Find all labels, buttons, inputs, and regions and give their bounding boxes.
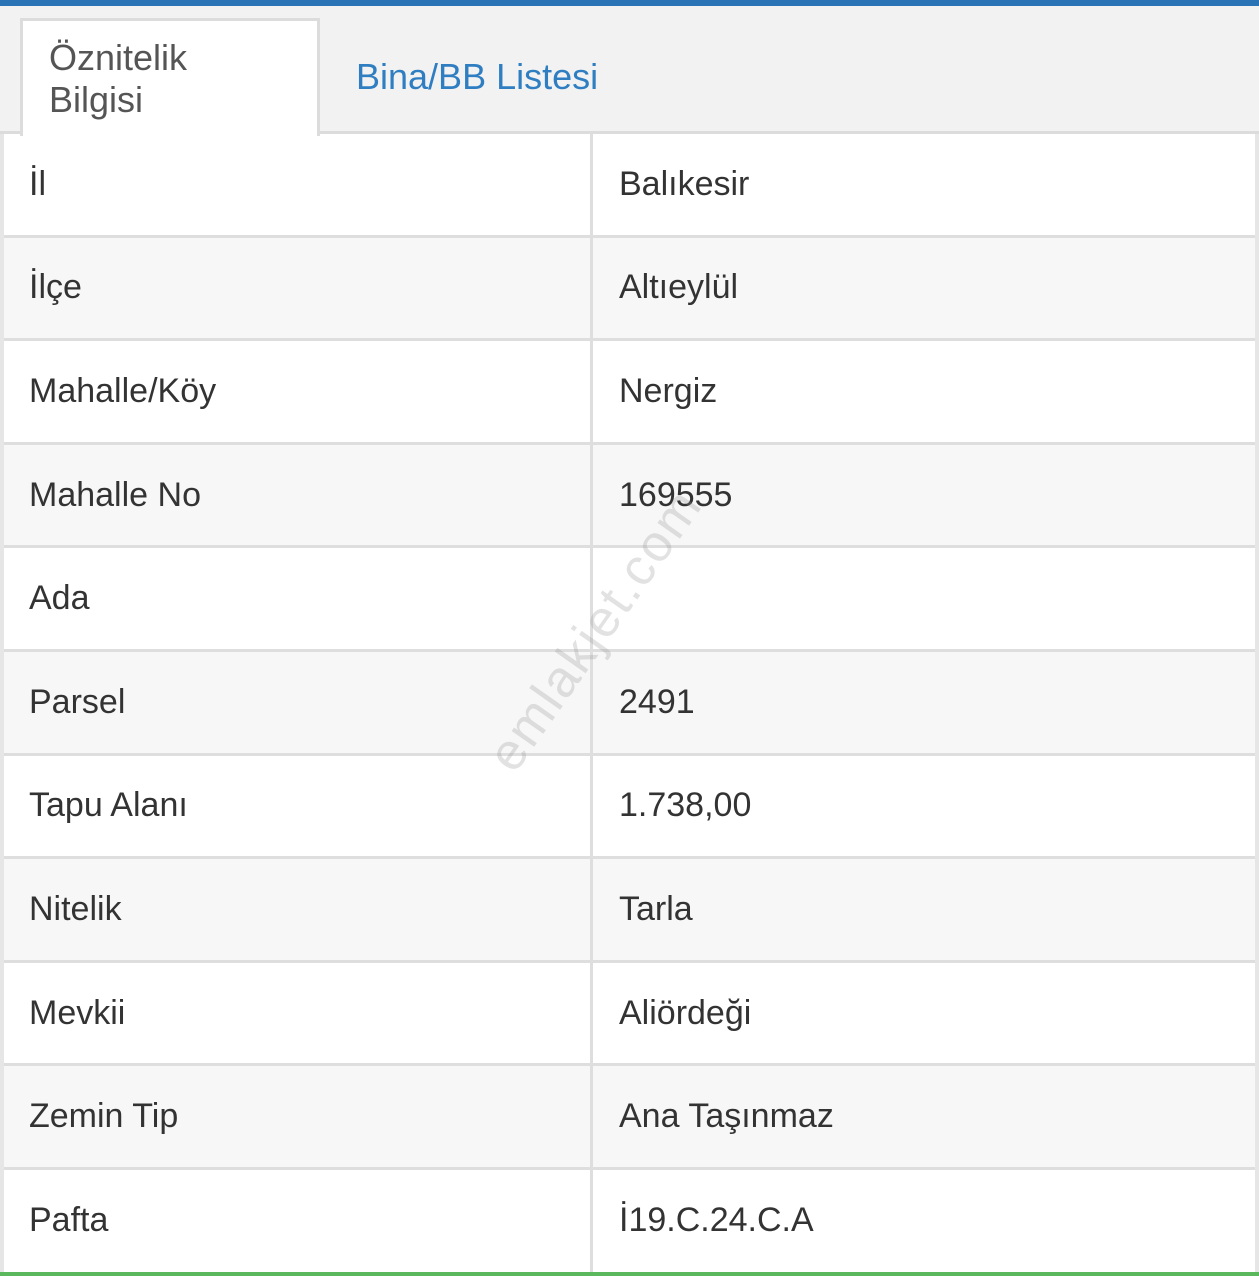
- row-label: Tapu Alanı: [4, 755, 593, 857]
- attribute-table: İl Balıkesir İlçe Altıeylül Mahalle/Köy …: [4, 134, 1255, 1272]
- row-label: İl: [4, 134, 593, 235]
- row-label: Pafta: [4, 1169, 593, 1272]
- table-row: İl Balıkesir: [4, 134, 1255, 238]
- row-label: Nitelik: [4, 859, 593, 960]
- row-value: [593, 548, 1255, 649]
- tab-bina-bb-listesi[interactable]: Bina/BB Listesi: [330, 18, 624, 136]
- row-label: İlçe: [4, 237, 593, 339]
- table-row: Mahalle/Köy Nergiz: [4, 341, 1255, 445]
- tab-oznitelik-bilgisi[interactable]: Öznitelik Bilgisi: [20, 18, 320, 136]
- row-label: Zemin Tip: [4, 1066, 593, 1167]
- table-row: Tapu Alanı 1.738,00: [4, 755, 1255, 860]
- row-value: 169555: [619, 475, 733, 514]
- bottom-accent-bar: [0, 1272, 1259, 1276]
- tab-strip: Öznitelik Bilgisi Bina/BB Listesi: [0, 6, 1259, 136]
- table-row: Mevkii Aliördeği: [4, 962, 1255, 1067]
- row-label: Mevkii: [4, 962, 593, 1064]
- row-value: Nergiz: [619, 371, 718, 410]
- row-value: 1.738,00: [619, 786, 752, 825]
- row-value: Altıeylül: [619, 268, 739, 307]
- row-value: 2491: [619, 682, 695, 721]
- row-label: Mahalle/Köy: [4, 341, 593, 442]
- row-value: Ana Taşınmaz: [619, 1097, 834, 1136]
- table-row: Pafta İ19.C.24.C.A: [4, 1169, 1255, 1272]
- right-border: [1255, 6, 1259, 1272]
- tab-label: Bina/BB Listesi: [356, 56, 599, 97]
- table-row: Mahalle No 169555: [4, 444, 1255, 549]
- row-value: Aliördeği: [619, 993, 752, 1032]
- row-value: Tarla: [619, 889, 693, 928]
- row-label: Ada: [4, 548, 593, 649]
- table-row: İlçe Altıeylül: [4, 237, 1255, 342]
- table-row: Ada: [4, 548, 1255, 652]
- row-value: İ19.C.24.C.A: [619, 1201, 814, 1240]
- table-row: Nitelik Tarla: [4, 859, 1255, 963]
- table-row: Parsel 2491: [4, 651, 1255, 756]
- tab-label: Öznitelik Bilgisi: [49, 36, 188, 120]
- table-row: Zemin Tip Ana Taşınmaz: [4, 1066, 1255, 1170]
- row-label: Mahalle No: [4, 444, 593, 546]
- row-label: Parsel: [4, 651, 593, 753]
- row-value: Balıkesir: [619, 164, 750, 203]
